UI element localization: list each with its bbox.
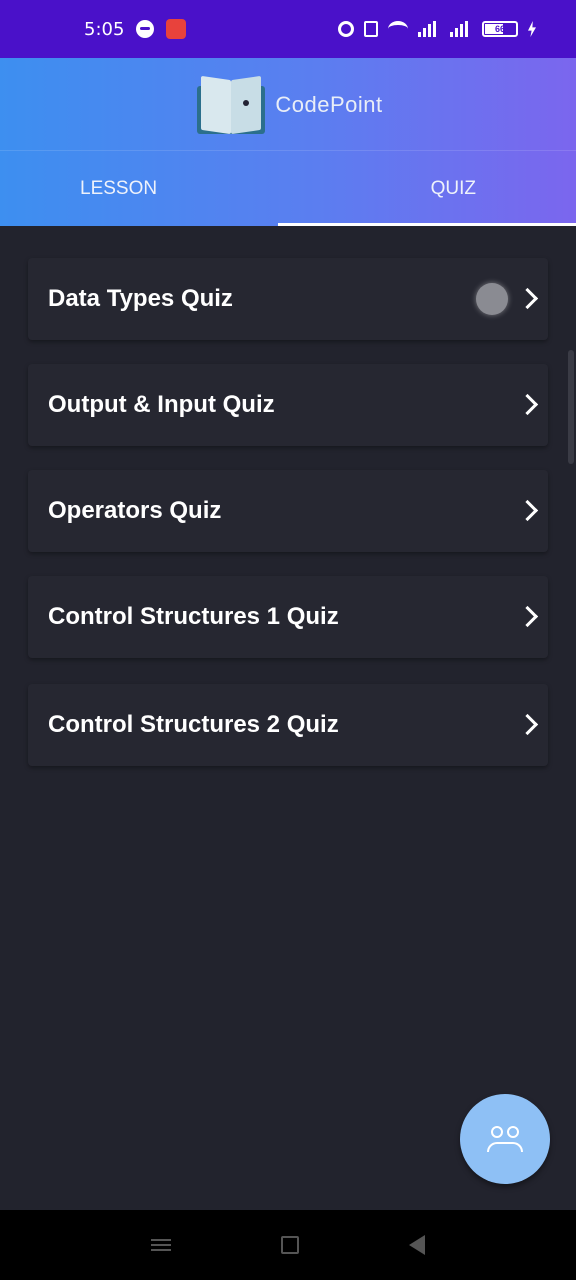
alarm-icon (338, 21, 354, 37)
charging-icon (528, 21, 536, 37)
people-icon (487, 1126, 523, 1152)
status-time: 5:05 (84, 18, 125, 40)
recents-icon[interactable] (151, 1239, 171, 1251)
community-fab-button[interactable] (460, 1094, 550, 1184)
tab-bar: LESSON QUIZ (0, 150, 576, 226)
quiz-label: Control Structures 2 Quiz (48, 711, 339, 738)
messenger-icon (136, 20, 155, 38)
back-icon[interactable] (409, 1235, 425, 1255)
quiz-label: Control Structures 1 Quiz (48, 603, 339, 630)
chevron-right-icon (520, 394, 534, 416)
brand: CodePoint (0, 74, 576, 136)
status-left: 5:05 (84, 18, 187, 40)
tab-quiz[interactable]: QUIZ (278, 151, 576, 226)
quiz-list: Data Types Quiz Output & Input Quiz Oper… (28, 258, 548, 790)
tab-lesson[interactable]: LESSON (0, 151, 278, 226)
status-bar: 5:05 66 (0, 0, 576, 58)
chevron-right-icon (520, 288, 534, 310)
app-name: CodePoint (275, 92, 383, 117)
battery-icon: 66 (482, 21, 518, 37)
notification-app-icon (166, 19, 187, 39)
scrollbar[interactable] (568, 350, 574, 464)
battery-level: 66 (494, 24, 505, 34)
quiz-item-control-structures-2[interactable]: Control Structures 2 Quiz (28, 684, 548, 766)
signal-icon-2 (450, 21, 472, 37)
quiz-label: Operators Quiz (48, 497, 222, 524)
quiz-item-output-input[interactable]: Output & Input Quiz (28, 364, 548, 446)
system-nav-bar (0, 1210, 576, 1280)
quiz-label: Data Types Quiz (48, 285, 233, 312)
quiz-label: Output & Input Quiz (48, 391, 275, 418)
quiz-item-operators[interactable]: Operators Quiz (28, 470, 548, 552)
touch-indicator (476, 283, 508, 315)
quiz-item-data-types[interactable]: Data Types Quiz (28, 258, 548, 340)
chevron-right-icon (520, 606, 534, 628)
status-right: 66 (338, 21, 536, 37)
signal-icon (418, 21, 440, 37)
wifi-icon (388, 21, 408, 37)
chevron-right-icon (520, 500, 534, 522)
quiz-item-control-structures-1[interactable]: Control Structures 1 Quiz (28, 576, 548, 658)
home-icon[interactable] (281, 1236, 299, 1254)
chevron-right-icon (520, 714, 534, 736)
book-logo-icon (193, 74, 269, 136)
vibrate-icon (364, 21, 378, 37)
app-header: CodePoint LESSON QUIZ (0, 58, 576, 226)
